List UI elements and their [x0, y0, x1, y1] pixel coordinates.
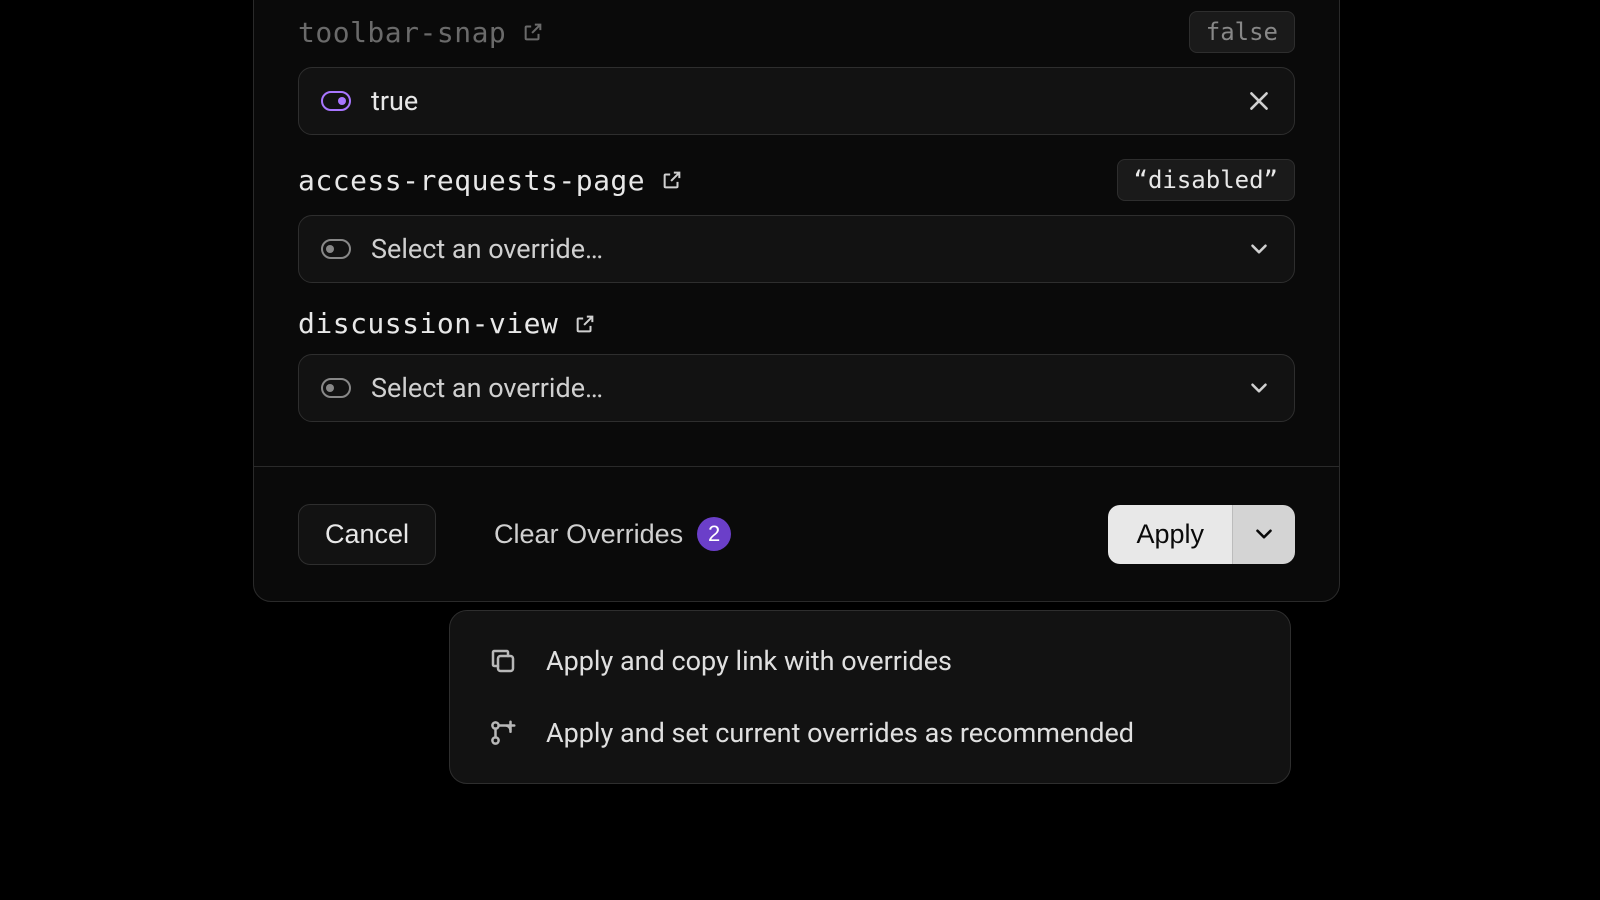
override-select-access-requests[interactable]: Select an override…	[298, 215, 1295, 283]
flag-name: toolbar-snap	[298, 16, 506, 49]
override-placeholder: Select an override…	[371, 372, 1226, 404]
override-placeholder: Select an override…	[371, 233, 1226, 265]
override-input-toolbar-snap[interactable]: true	[298, 67, 1295, 135]
flag-header: discussion-view	[298, 307, 1295, 340]
panel-body: toolbar-snap false true access-requests-…	[254, 11, 1339, 466]
dropdown-item-label: Apply and set current overrides as recom…	[546, 717, 1134, 749]
override-select-discussion-view[interactable]: Select an override…	[298, 354, 1295, 422]
apply-dropdown: Apply and copy link with overrides Apply…	[449, 610, 1291, 784]
copy-icon	[488, 646, 518, 676]
external-link-icon	[661, 169, 683, 191]
external-link-icon	[522, 21, 544, 43]
flag-block-access-requests: access-requests-page “disabled” Select a…	[298, 159, 1295, 283]
flag-name-link[interactable]: access-requests-page	[298, 164, 683, 197]
toggle-off-icon	[321, 378, 351, 398]
apply-menu-toggle[interactable]	[1232, 505, 1295, 564]
overrides-panel: toolbar-snap false true access-requests-…	[253, 0, 1340, 602]
external-link-icon	[574, 313, 596, 335]
flag-name-link[interactable]: toolbar-snap	[298, 16, 544, 49]
chevron-down-icon	[1251, 521, 1277, 547]
panel-footer: Cancel Clear Overrides 2 Apply	[254, 466, 1339, 601]
flag-current-value: “disabled”	[1117, 159, 1296, 201]
toggle-on-icon	[321, 91, 351, 111]
apply-copy-link-item[interactable]: Apply and copy link with overrides	[450, 625, 1290, 697]
chevron-down-icon	[1246, 236, 1272, 262]
flag-block-toolbar-snap: toolbar-snap false true	[298, 11, 1295, 135]
flag-current-value: false	[1189, 11, 1295, 53]
apply-split-button: Apply	[1108, 505, 1295, 564]
flag-block-discussion-view: discussion-view Select an override…	[298, 307, 1295, 422]
flag-name: discussion-view	[298, 307, 558, 340]
overrides-count-badge: 2	[697, 517, 731, 551]
flag-header: access-requests-page “disabled”	[298, 159, 1295, 201]
flag-header: toolbar-snap false	[298, 11, 1295, 53]
branch-plus-icon	[488, 718, 518, 748]
toggle-off-icon	[321, 239, 351, 259]
clear-overrides-label: Clear Overrides	[494, 519, 683, 550]
override-value: true	[371, 85, 1226, 117]
cancel-button[interactable]: Cancel	[298, 504, 436, 565]
dropdown-item-label: Apply and copy link with overrides	[546, 645, 952, 677]
clear-override-icon[interactable]	[1246, 88, 1272, 114]
apply-set-recommended-item[interactable]: Apply and set current overrides as recom…	[450, 697, 1290, 769]
apply-button[interactable]: Apply	[1108, 505, 1232, 564]
flag-name: access-requests-page	[298, 164, 645, 197]
flag-name-link[interactable]: discussion-view	[298, 307, 596, 340]
clear-overrides-button[interactable]: Clear Overrides 2	[468, 503, 757, 565]
chevron-down-icon	[1246, 375, 1272, 401]
